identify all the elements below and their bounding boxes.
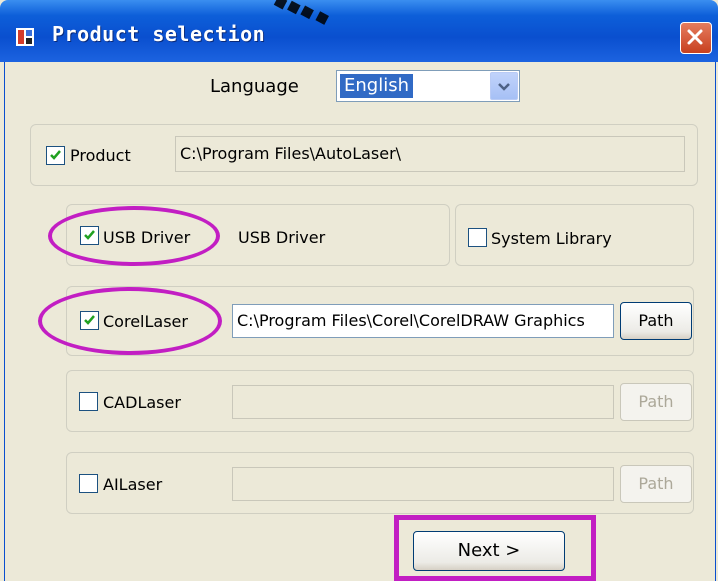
language-selected-value: English: [340, 74, 413, 98]
language-select[interactable]: English: [336, 70, 520, 102]
window-title: Product selection: [52, 22, 266, 46]
close-button[interactable]: [680, 22, 712, 54]
next-button[interactable]: Next >: [413, 531, 565, 571]
cadlaser-path-field: [232, 385, 614, 419]
language-label: Language: [210, 76, 299, 97]
language-dropdown-button[interactable]: [490, 72, 518, 100]
system-library-label: System Library: [491, 229, 612, 248]
corellaser-path-button[interactable]: Path: [620, 302, 692, 340]
usb-driver-label: USB Driver: [103, 228, 191, 247]
cadlaser-path-button: Path: [620, 383, 692, 421]
checkmark-icon: [84, 315, 95, 325]
corellaser-checkbox[interactable]: [80, 311, 99, 330]
app-icon: [16, 28, 34, 46]
checkmark-icon: [84, 230, 95, 240]
product-selection-window: Product selection Language English Produ…: [0, 0, 718, 581]
cadlaser-checkbox[interactable]: [79, 392, 98, 411]
corellaser-label: CorelLaser: [103, 312, 188, 331]
corellaser-path-field[interactable]: C:\Program Files\Corel\CorelDRAW Graphic…: [232, 304, 614, 338]
usb-driver-description: USB Driver: [238, 228, 326, 247]
product-path-field: C:\Program Files\AutoLaser\: [175, 136, 685, 172]
ailaser-path-button: Path: [620, 465, 692, 503]
usb-driver-checkbox[interactable]: [80, 226, 99, 245]
cadlaser-label: CADLaser: [103, 393, 181, 412]
chevron-down-icon: [498, 83, 510, 91]
title-bar[interactable]: Product selection: [0, 0, 718, 62]
ailaser-label: AILaser: [103, 475, 163, 494]
close-icon: [687, 29, 703, 45]
product-checkbox[interactable]: [46, 146, 65, 165]
product-label: Product: [70, 146, 131, 165]
ailaser-path-field: [232, 467, 614, 501]
checkmark-icon: [50, 150, 61, 160]
ailaser-checkbox[interactable]: [79, 474, 98, 493]
system-library-checkbox[interactable]: [468, 228, 487, 247]
